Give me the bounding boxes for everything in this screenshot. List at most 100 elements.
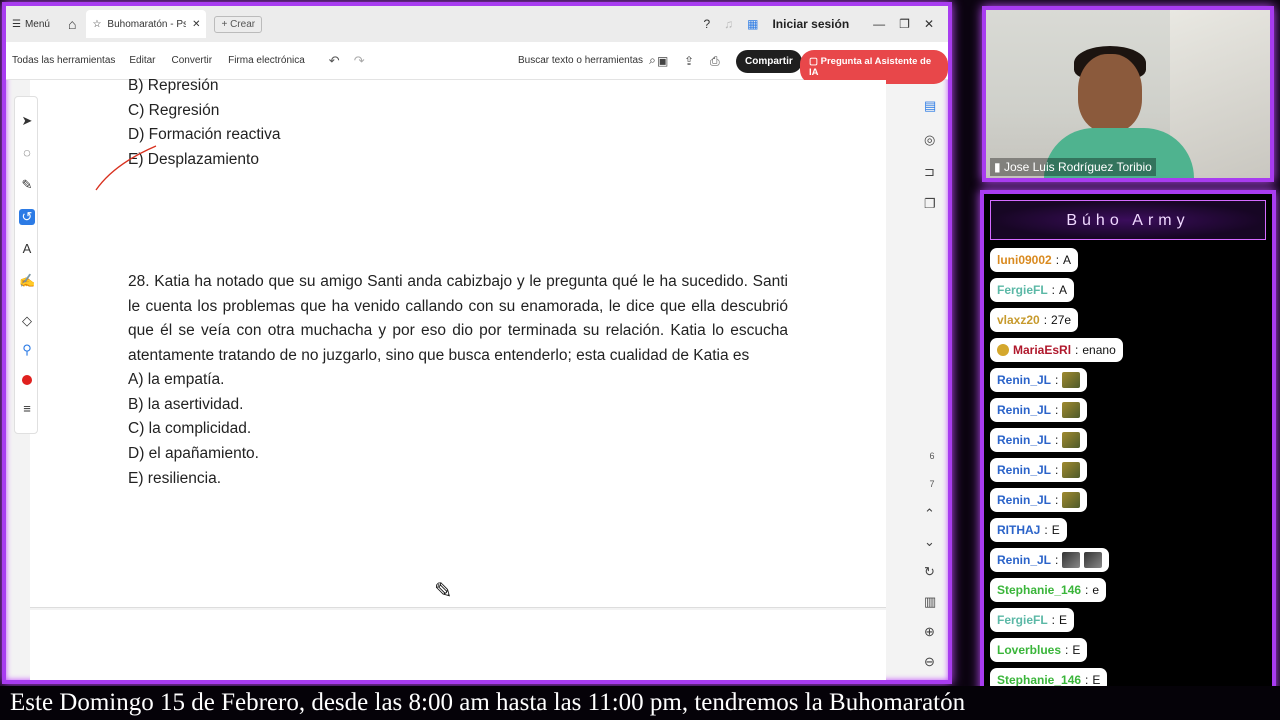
chat-username[interactable]: Renin_JL (997, 463, 1051, 477)
pdf-page: B) Represión C) Regresión D) Formación r… (30, 77, 886, 608)
edit-button[interactable]: Editar (129, 55, 155, 66)
chat-username[interactable]: Stephanie_146 (997, 583, 1081, 597)
emote-icon (1062, 402, 1081, 418)
chat-username[interactable]: luni09002 (997, 253, 1052, 267)
annotation-toolbar: ➤ ◌ ✎ ↺ A ✍ ◇ ⚲ ≡ (14, 96, 38, 434)
chat-username[interactable]: FergieFL (997, 613, 1048, 627)
color-picker-icon[interactable] (22, 375, 32, 385)
question-28: 28. Katia ha notado que su amigo Santi a… (128, 273, 788, 365)
chat-text: E (1051, 523, 1060, 537)
chat-separator: : (1055, 463, 1059, 477)
pages-icon[interactable]: ❐ (924, 196, 936, 212)
chat-message: Renin_JL: (990, 428, 1088, 452)
text-box-icon[interactable]: A (19, 241, 35, 257)
tab-document[interactable]: ☆ Buhomaratón - Psicol... ✕ (86, 10, 207, 38)
zoom-in-icon[interactable]: ⊕ (924, 624, 935, 640)
chat-separator: : (1085, 583, 1089, 597)
select-cursor-icon[interactable]: ➤ (19, 113, 35, 129)
new-tab-button[interactable]: + Crear (214, 15, 263, 33)
option-d: D) el apañamiento. (128, 445, 259, 463)
ai-summary-icon[interactable]: ▤ (924, 98, 936, 114)
share-button[interactable]: Compartir (736, 50, 802, 73)
page-number-6[interactable]: 6 (922, 442, 942, 470)
chat-username[interactable]: Renin_JL (997, 433, 1051, 447)
chat-separator: : (1065, 643, 1069, 657)
maximize-icon[interactable]: ❐ (899, 17, 910, 31)
minimize-icon[interactable]: — (873, 17, 885, 31)
comment-icon[interactable]: ◌ (19, 145, 35, 161)
option-a: A) la empatía. (128, 371, 225, 388)
chat-username[interactable]: Loverblues (997, 643, 1061, 657)
chat-username[interactable]: Renin_JL (997, 403, 1051, 417)
chat-text: E (1072, 643, 1081, 657)
chat-separator: : (1055, 403, 1059, 417)
draw-icon[interactable]: ↺ (19, 209, 35, 225)
close-tab-icon[interactable]: ✕ (192, 19, 200, 30)
chat-username[interactable]: Renin_JL (997, 553, 1051, 567)
more-options-icon[interactable]: ≡ (19, 401, 35, 417)
rotate-icon[interactable]: ↻ (924, 564, 935, 580)
zoom-out-icon[interactable]: ⊖ (924, 654, 935, 670)
highlight-icon[interactable]: ✎ (19, 177, 35, 193)
news-ticker: Este Domingo 15 de Febrero, desde las 8:… (0, 686, 1280, 720)
chat-text: E (1092, 673, 1101, 687)
undo-icon[interactable]: ↶ (329, 53, 340, 69)
pin-icon[interactable]: ⚲ (19, 342, 35, 358)
help-icon[interactable]: ? (703, 17, 710, 31)
signature-icon[interactable]: ✍ (19, 273, 35, 289)
chat-text: enano (1082, 343, 1116, 357)
upload-icon[interactable]: ⇪ (684, 54, 694, 68)
all-tools-button[interactable]: Todas las herramientas (12, 55, 115, 66)
presenter-face (1078, 54, 1142, 132)
save-icon[interactable]: ▣ (657, 54, 668, 68)
menu-button[interactable]: ☰ Menú (12, 19, 50, 30)
chat-separator: : (1055, 433, 1059, 447)
chat-message: Renin_JL: (990, 458, 1088, 482)
close-window-icon[interactable]: ✕ (924, 17, 934, 31)
scroll-up-icon[interactable]: ⌃ (924, 506, 935, 522)
star-icon[interactable]: ☆ (92, 19, 101, 30)
convert-button[interactable]: Convertir (172, 55, 213, 66)
search-icon: ⌕ (649, 53, 656, 67)
subscriber-badge-icon (997, 344, 1009, 356)
page-number-7[interactable]: 7 (922, 470, 942, 498)
chat-username[interactable]: Stephanie_146 (997, 673, 1081, 687)
print-icon[interactable]: ⎙ (710, 54, 720, 69)
chat-title: Búho Army (990, 200, 1266, 240)
option-b: B) la asertividad. (128, 395, 244, 413)
chat-username[interactable]: FergieFL (997, 283, 1048, 297)
sign-in-button[interactable]: Iniciar sesión (772, 17, 849, 31)
esign-button[interactable]: Firma electrónica (228, 55, 305, 66)
chat-panel: Búho Army luni09002: A FergieFL: Avlaxz20: 2… (980, 190, 1276, 712)
chat-separator: : (1085, 673, 1089, 687)
bookmark-icon[interactable]: ⊐ (924, 164, 935, 180)
chat-text: A (1063, 253, 1072, 267)
chat-username[interactable]: vlaxz20 (997, 313, 1040, 327)
comments-icon[interactable]: ◎ (924, 132, 935, 148)
chat-separator: : (1044, 523, 1048, 537)
chat-text: E (1059, 613, 1068, 627)
document-icon[interactable]: ▥ (924, 594, 936, 610)
search-tools[interactable]: Buscar texto o herramientas ⌕ (518, 53, 656, 68)
emote-icon (1062, 432, 1081, 448)
bell-icon[interactable]: ♫ (724, 17, 733, 31)
redo-icon[interactable]: ↷ (354, 53, 365, 69)
emote-icon (1062, 552, 1081, 568)
apps-grid-icon[interactable]: ▦ (747, 17, 758, 31)
pencil-cursor-icon: ✎ (434, 578, 453, 603)
home-icon[interactable]: ⌂ (68, 16, 76, 32)
chat-separator: : (1055, 553, 1059, 567)
chat-text: e (1092, 583, 1100, 597)
eraser-icon[interactable]: ◇ (19, 313, 35, 329)
scroll-down-icon[interactable]: ⌄ (924, 534, 935, 550)
signal-icon: ▮ (994, 160, 1001, 174)
option-c: C) la complicidad. (128, 420, 252, 438)
ai-assistant-button[interactable]: ▢ Pregunta al Asistente de IA (800, 50, 948, 84)
chat-text: 27e (1051, 313, 1072, 327)
chat-username[interactable]: RITHAJ (997, 523, 1040, 537)
chat-username[interactable]: Renin_JL (997, 373, 1051, 387)
chat-username[interactable]: Renin_JL (997, 493, 1051, 507)
chat-message: MariaEsRl: enano (990, 338, 1123, 362)
chat-message: luni09002: A (990, 248, 1079, 272)
chat-username[interactable]: MariaEsRl (1013, 343, 1071, 357)
